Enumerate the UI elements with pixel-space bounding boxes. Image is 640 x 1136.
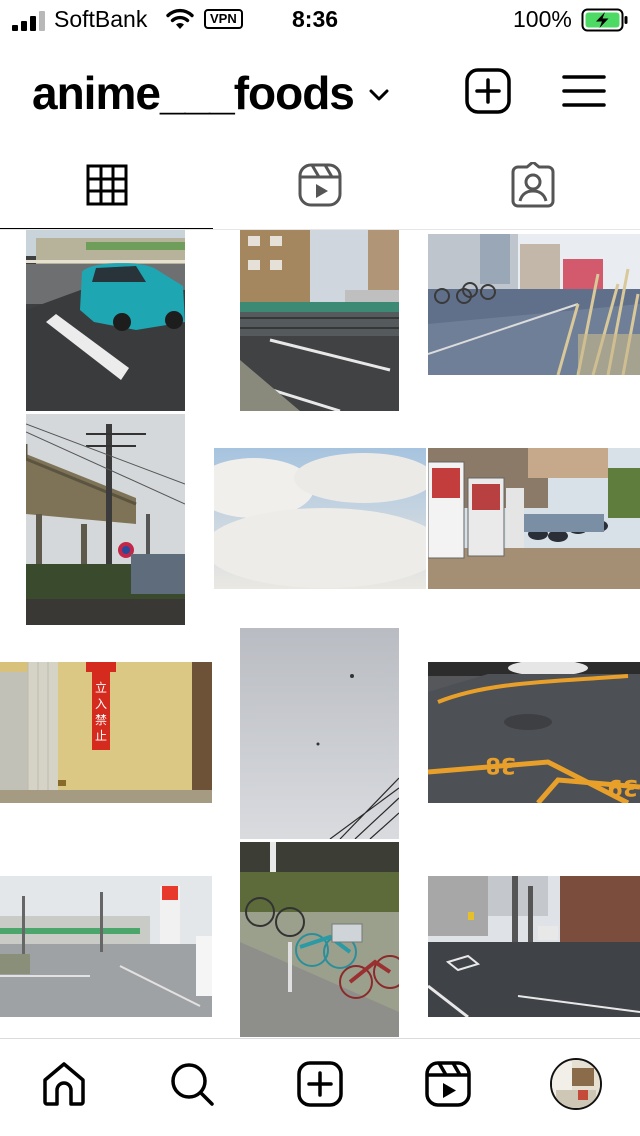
profile-avatar [550, 1057, 602, 1110]
post-image [214, 448, 426, 589]
profile-header: anime___foods [0, 44, 640, 140]
new-post-icon[interactable] [464, 67, 512, 115]
carrier-name: SoftBank [54, 6, 148, 32]
post-thumbnail[interactable] [0, 876, 212, 1017]
post-image [428, 876, 640, 1017]
post-thumbnail[interactable] [240, 230, 399, 411]
wifi-icon [166, 8, 194, 29]
battery-charging-icon [581, 8, 628, 32]
nav-create[interactable] [256, 1039, 384, 1136]
username-switcher[interactable]: anime___foods [32, 66, 390, 120]
post-thumbnail[interactable] [214, 448, 426, 589]
grid-icon [86, 164, 128, 206]
signal-icon [12, 11, 46, 31]
tab-tagged[interactable] [427, 140, 640, 230]
create-icon [297, 1060, 343, 1107]
post-thumbnail[interactable] [428, 876, 640, 1017]
clock: 8:36 [292, 6, 339, 32]
post-image [0, 876, 212, 1017]
post-image: 立 入 禁 止 [0, 662, 212, 803]
chevron-down-icon [369, 89, 389, 101]
nav-reels[interactable] [384, 1039, 512, 1136]
tab-posts-grid[interactable] [0, 140, 214, 230]
post-thumbnail[interactable] [428, 234, 640, 375]
search-icon [171, 1062, 214, 1106]
username: anime___foods [32, 67, 355, 119]
nav-profile[interactable] [512, 1039, 640, 1136]
post-thumbnail[interactable]: 38 39 [428, 662, 640, 803]
post-thumbnail[interactable]: 立 入 禁 止 [0, 662, 212, 803]
post-image [26, 230, 185, 411]
post-image [240, 842, 399, 1037]
post-image [240, 628, 399, 839]
door-sign-char: 立 [95, 680, 107, 695]
bottom-tab-bar [0, 1038, 640, 1136]
posts-grid: 立 入 禁 止 38 39 [0, 230, 640, 1038]
door-sign-char: 止 [95, 729, 107, 743]
door-sign-char: 入 [95, 697, 107, 711]
vpn-badge: VPN [204, 9, 243, 29]
post-thumbnail[interactable] [26, 230, 185, 411]
status-bar: SoftBank VPN 8:36 100% [0, 0, 640, 40]
tab-reels[interactable] [213, 140, 426, 230]
post-image [428, 234, 640, 375]
post-image [240, 230, 399, 411]
post-image [26, 414, 185, 625]
nav-search[interactable] [128, 1039, 256, 1136]
post-thumbnail[interactable] [428, 448, 640, 589]
reels-icon [298, 163, 342, 207]
parking-number: 38 [485, 752, 516, 777]
post-thumbnail[interactable] [26, 414, 185, 625]
door-sign-char: 禁 [95, 713, 107, 727]
post-image [428, 448, 640, 589]
post-thumbnail[interactable] [240, 842, 399, 1037]
menu-icon[interactable] [560, 67, 608, 115]
home-icon [43, 1061, 85, 1106]
tagged-person-icon [511, 162, 555, 208]
nav-home[interactable] [0, 1039, 128, 1136]
profile-tabs [0, 140, 640, 230]
battery-percent: 100% [513, 6, 572, 32]
post-thumbnail[interactable] [240, 628, 399, 839]
post-image: 38 39 [428, 662, 640, 803]
parking-number: 39 [607, 774, 638, 799]
reels-icon [425, 1060, 471, 1107]
